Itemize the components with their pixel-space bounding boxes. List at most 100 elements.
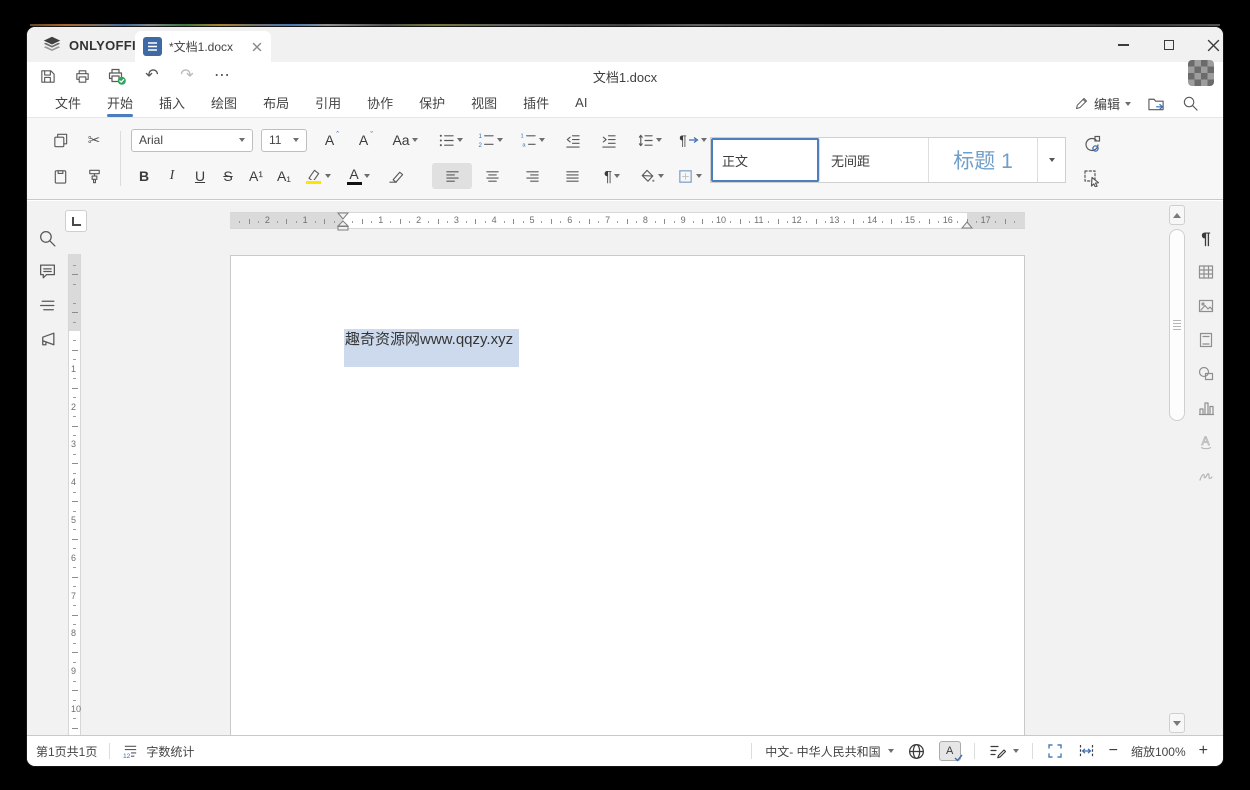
increase-indent-button[interactable]: [589, 127, 627, 153]
replace-button[interactable]: [1080, 132, 1104, 156]
tab-collaboration[interactable]: 协作: [367, 89, 393, 118]
ruler-tick: [73, 283, 76, 285]
scroll-up-button[interactable]: [1169, 205, 1185, 225]
globe-icon[interactable]: [907, 742, 926, 761]
justify-button[interactable]: [552, 163, 592, 189]
multilevel-list-button[interactable]: 1a: [510, 127, 555, 153]
ruler-number: 3: [453, 215, 459, 225]
open-file-location-icon[interactable]: [1147, 95, 1166, 112]
scroll-down-button[interactable]: [1169, 713, 1185, 733]
tab-plugins[interactable]: 插件: [523, 89, 549, 118]
horizontal-ruler[interactable]: 2 1 1 2 3 4 5 6 7 8 9 10 11 12 13 14 15 16 17: [230, 212, 1025, 231]
style-gallery-expand-button[interactable]: [1038, 138, 1065, 182]
tab-insert[interactable]: 插入: [159, 89, 185, 118]
image-settings-button[interactable]: [1194, 295, 1218, 317]
paragraph-settings-button[interactable]: ¶: [1194, 227, 1218, 249]
style-normal[interactable]: 正文: [711, 138, 820, 182]
underline-button[interactable]: U: [186, 163, 214, 189]
language-selector[interactable]: 中文- 中华人民共和国: [765, 743, 894, 760]
style-heading-1[interactable]: 标题 1: [929, 138, 1038, 182]
subscript-icon: A₁: [276, 168, 292, 184]
navigation-button[interactable]: [36, 294, 58, 316]
spellcheck-button[interactable]: A: [938, 741, 963, 762]
tab-view[interactable]: 视图: [471, 89, 497, 118]
tab-home[interactable]: 开始: [107, 89, 134, 118]
close-button[interactable]: [1199, 33, 1223, 57]
zoom-in-button[interactable]: +: [1199, 743, 1208, 759]
tab-layout[interactable]: 布局: [263, 89, 289, 118]
tab-stop-selector[interactable]: [65, 210, 87, 232]
tab-file[interactable]: 文件: [55, 89, 81, 118]
hanging-indent-marker[interactable]: [337, 220, 349, 231]
vertical-scrollbar[interactable]: [1168, 201, 1186, 735]
strikethrough-icon: S: [223, 168, 233, 184]
align-left-button[interactable]: [432, 163, 472, 189]
signature-settings-button[interactable]: [1194, 465, 1218, 487]
edit-mode-button[interactable]: 编辑: [1074, 94, 1131, 113]
decrease-font-size-button[interactable]: Aˇ: [349, 127, 383, 153]
selected-text-block[interactable]: 趣奇资源网www.qqzy.xyz: [344, 329, 519, 367]
right-indent-marker[interactable]: [961, 221, 973, 229]
select-all-button[interactable]: [1080, 166, 1104, 190]
highlight-color-button[interactable]: [298, 163, 338, 189]
font-size-select[interactable]: 11: [261, 128, 307, 152]
subscript-button[interactable]: A₁: [270, 163, 298, 189]
word-count-icon: 12: [123, 745, 137, 760]
numbering-button[interactable]: 12: [470, 127, 510, 153]
scrollbar-thumb[interactable]: [1169, 229, 1185, 421]
increase-font-size-button[interactable]: Aˆ: [315, 127, 349, 153]
style-no-spacing[interactable]: 无间距: [820, 138, 929, 182]
bold-button[interactable]: B: [130, 163, 158, 189]
maximize-button[interactable]: [1155, 33, 1183, 57]
copy-button[interactable]: [43, 127, 77, 153]
align-right-button[interactable]: [512, 163, 552, 189]
word-count-button[interactable]: 12 字数统计: [122, 743, 194, 760]
zoom-out-button[interactable]: −: [1109, 743, 1118, 759]
minimize-button[interactable]: [1109, 33, 1137, 57]
table-settings-button[interactable]: [1194, 261, 1218, 283]
line-spacing-button[interactable]: [627, 127, 671, 153]
track-changes-icon: [990, 745, 1006, 759]
borders-button[interactable]: [670, 163, 708, 189]
fit-page-button[interactable]: [1046, 742, 1064, 760]
track-changes-button[interactable]: [988, 742, 1019, 760]
strikethrough-button[interactable]: S: [214, 163, 242, 189]
chart-settings-button[interactable]: [1194, 397, 1218, 419]
format-painter-button[interactable]: [77, 163, 111, 189]
change-case-button[interactable]: Aa: [383, 127, 427, 153]
font-name-select[interactable]: Arial: [131, 128, 253, 152]
find-button[interactable]: [36, 227, 58, 249]
clear-formatting-button[interactable]: [378, 163, 412, 189]
vertical-ruler[interactable]: 1 2 3 4 5 6 7 8 9 10: [68, 254, 81, 735]
document-page[interactable]: 趣奇资源网www.qqzy.xyz: [230, 255, 1025, 735]
paste-button[interactable]: [43, 163, 77, 189]
avatar[interactable]: [1188, 60, 1214, 86]
increase-indent-icon: [601, 134, 616, 148]
decrease-indent-button[interactable]: [555, 127, 589, 153]
tab-ai[interactable]: AI: [575, 91, 587, 116]
tab-close-icon[interactable]: [251, 41, 263, 53]
header-footer-settings-button[interactable]: [1194, 329, 1218, 351]
feedback-button[interactable]: [36, 328, 58, 350]
font-color-button[interactable]: A: [338, 163, 378, 189]
shape-settings-button[interactable]: [1194, 363, 1218, 385]
comments-button[interactable]: [36, 260, 58, 282]
paragraph-direction-button[interactable]: ¶: [671, 127, 715, 153]
superscript-button[interactable]: A¹: [242, 163, 270, 189]
italic-button[interactable]: I: [158, 163, 186, 189]
tab-protection[interactable]: 保护: [419, 89, 445, 118]
cut-button[interactable]: ✂: [77, 127, 111, 153]
bullets-button[interactable]: [430, 127, 470, 153]
tab-draw[interactable]: 绘图: [211, 89, 237, 118]
document-tab[interactable]: *文档1.docx: [135, 31, 271, 62]
fit-width-button[interactable]: [1077, 742, 1096, 760]
shading-button[interactable]: [632, 163, 670, 189]
document-text[interactable]: 趣奇资源网www.qqzy.xyz: [344, 329, 519, 351]
first-line-indent-marker[interactable]: [337, 212, 349, 220]
align-center-button[interactable]: [472, 163, 512, 189]
show-paragraph-marks-button[interactable]: ¶: [592, 163, 632, 189]
tab-references[interactable]: 引用: [315, 89, 341, 118]
search-icon[interactable]: [1182, 95, 1199, 112]
text-art-settings-button[interactable]: A: [1194, 431, 1218, 453]
ruler-tick: [73, 264, 76, 266]
